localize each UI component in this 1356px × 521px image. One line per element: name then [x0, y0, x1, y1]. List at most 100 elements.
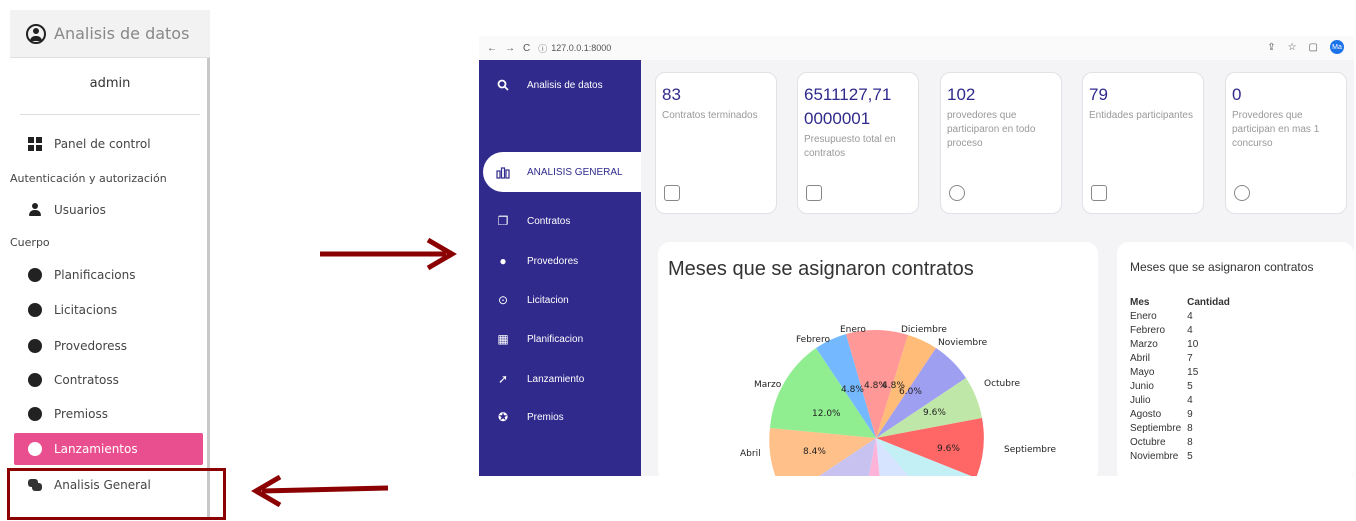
sidebar-item-label: Lanzamiento	[527, 373, 585, 385]
stat-label: Contratos terminados	[662, 110, 758, 121]
group-icon: ●	[499, 254, 507, 268]
info-icon: ⓘ	[538, 43, 548, 54]
admin-item-planificacions[interactable]: Planificacions	[28, 265, 136, 285]
table-header-row: Mes Cantidad	[1130, 297, 1244, 310]
address-bar: ←→C ⓘ 127.0.0.1:8000 ⇪ ☆ ▢ Ma	[479, 36, 1354, 60]
sidebar-item-lanzamiento[interactable]: ➚ Lanzamiento	[479, 362, 641, 396]
stat-value-line1: 6511127,71	[804, 85, 892, 104]
stat-card-entidades: 79 Entidades participantes	[1082, 72, 1204, 214]
rocket-icon: ➚	[497, 372, 509, 386]
star-icon[interactable]: ☆	[1288, 42, 1297, 53]
pie-chart: Enero Febrero Marzo Abril Septiembre Oct…	[740, 325, 1057, 476]
money-icon	[806, 185, 822, 201]
admin-item-label: Premioss	[54, 407, 108, 421]
copy-icon: ❐	[497, 214, 509, 228]
admin-username: admin	[89, 76, 131, 91]
sidebar-brand-label: Analisis de datos	[527, 79, 603, 91]
pie-pct-diciembre: 4.8%	[882, 381, 905, 391]
arrow-left-icon	[251, 474, 389, 508]
search-icon	[496, 78, 510, 92]
table-cell: 9	[1187, 409, 1193, 420]
stat-card-multi-concurso: 0 Provedores que participan en mas 1 con…	[1225, 72, 1347, 214]
admin-item-contratoss[interactable]: Contratoss	[28, 370, 119, 390]
sidebar-item-label: Contratos	[527, 215, 571, 227]
table-panel: Meses que se asignaron contratos Mes Can…	[1117, 242, 1354, 476]
group-icon	[949, 185, 965, 201]
table-cell: 8	[1187, 423, 1193, 434]
copy-icon	[664, 185, 680, 201]
table-cell: Julio	[1130, 395, 1151, 406]
table-row: Junio 5	[1130, 380, 1244, 394]
sidebar-item-label: Provedores	[527, 255, 579, 267]
section-header-auth: Autenticación y autorización	[10, 172, 167, 185]
sidebar-item-planificacion[interactable]: ▦ Planificacion	[479, 322, 641, 356]
circle-icon	[28, 407, 42, 421]
pie-label-abril: Abril	[740, 449, 761, 459]
sidebar-item-provedores[interactable]: ● Provedores	[479, 244, 641, 278]
share-icon[interactable]: ⇪	[1267, 42, 1275, 53]
table-cell: 5	[1187, 381, 1193, 392]
dashboard-main: 83 Contratos terminados 6511127,71 00000…	[641, 60, 1354, 476]
sidebar-item-licitacion[interactable]: ⊙ Licitacion	[479, 283, 641, 317]
user-circle-icon	[26, 23, 46, 44]
sidebar-item-label: Planificacion	[527, 333, 584, 345]
stat-value: 0	[1232, 85, 1242, 104]
arrow-right-icon	[320, 237, 457, 271]
table-row: Septiembre 8	[1130, 422, 1244, 436]
table-cell: 15	[1187, 367, 1199, 378]
admin-header: Analisis de datos	[10, 10, 210, 58]
pie-pct-abril: 8.4%	[803, 447, 826, 457]
divider	[20, 114, 200, 115]
admin-item-lanzamientos[interactable]: Lanzamientos	[28, 439, 138, 459]
pie-label-octubre: Octubre	[984, 379, 1020, 389]
url-text[interactable]: 127.0.0.1:8000	[551, 43, 611, 53]
table-cell: Noviembre	[1130, 451, 1179, 462]
table-cell: 4	[1187, 395, 1193, 406]
avatar[interactable]: Ma	[1330, 40, 1344, 54]
admin-item-label: Licitacions	[54, 303, 118, 317]
months-table: Mes Cantidad Enero 4 Febrero 4 Marzo 10 Abr…	[1130, 297, 1244, 464]
building-icon	[1091, 185, 1107, 201]
stat-label: provedores que participaron en todo proc…	[947, 110, 1036, 149]
admin-item-premioss[interactable]: Premioss	[28, 404, 108, 424]
sidebar-item-label: Licitacion	[527, 294, 569, 306]
table-cell: Agosto	[1130, 409, 1162, 420]
table-cell: Enero	[1130, 311, 1157, 322]
dashboard-icon	[28, 137, 42, 151]
admin-panel: Analisis de datos admin Panel de control…	[10, 10, 210, 518]
table-cell: Octubre	[1130, 437, 1166, 448]
sidebar-item-label: Premios	[527, 411, 564, 423]
pie-label-enero: Enero	[840, 325, 866, 335]
sidebar-item-premios[interactable]: ✪ Premios	[479, 400, 641, 434]
window-icon[interactable]: ▢	[1309, 42, 1318, 53]
nav-buttons[interactable]: ←→C	[487, 43, 538, 54]
table-cell: 8	[1187, 437, 1193, 448]
admin-brand[interactable]: Analisis de datos	[54, 24, 189, 43]
sidebar-item-analisis-general[interactable]: ANALISIS GENERAL	[479, 155, 641, 189]
stat-value: 79	[1089, 85, 1108, 104]
pie-pct-marzo: 12.0%	[812, 409, 841, 419]
admin-item-usuarios[interactable]: Usuarios	[28, 200, 106, 220]
table-row: Julio 4	[1130, 394, 1244, 408]
stat-label: Presupuesto total en contratos	[804, 134, 896, 159]
table-title: Meses que se asignaron contratos	[1130, 260, 1314, 274]
table-row: Agosto 9	[1130, 408, 1244, 422]
admin-item-label: Usuarios	[54, 203, 106, 217]
calendar-icon: ▦	[497, 332, 509, 346]
stat-card-presupuesto: 6511127,71 0000001 Presupuesto total en …	[797, 72, 919, 214]
table-row: Febrero 4	[1130, 324, 1244, 338]
table-cell: 7	[1187, 353, 1193, 364]
admin-item-licitacions[interactable]: Licitacions	[28, 300, 117, 320]
stat-card-provedores: 102 provedores que participaron en todo …	[940, 72, 1062, 214]
table-cell: Junio	[1130, 381, 1154, 392]
admin-item-panel-de-control[interactable]: Panel de control	[28, 134, 151, 154]
table-header: Cantidad	[1187, 297, 1230, 308]
sidebar-brand[interactable]: Analisis de datos	[479, 68, 641, 102]
sidebar-item-contratos[interactable]: ❐ Contratos	[479, 204, 641, 238]
table-cell: Febrero	[1130, 325, 1166, 336]
stat-label: Provedores que participan en mas 1 concu…	[1232, 110, 1320, 149]
table-cell: Marzo	[1130, 339, 1158, 350]
table-cell: Mayo	[1130, 367, 1155, 378]
award-icon: ✪	[497, 410, 509, 424]
admin-item-provedoress[interactable]: Provedoress	[28, 336, 127, 356]
